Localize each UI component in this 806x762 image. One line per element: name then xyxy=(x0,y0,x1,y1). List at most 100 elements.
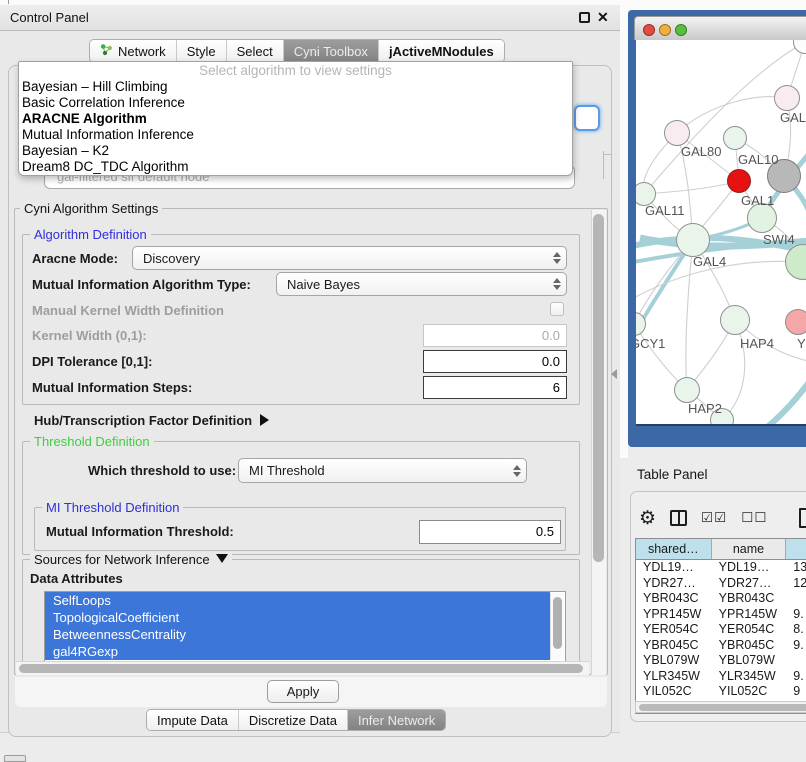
table-row[interactable]: YIL052CYIL052C9 xyxy=(636,684,806,700)
attribute-item-gal4rgexp[interactable]: gal4RGexp xyxy=(45,643,550,660)
column-header-name[interactable]: name xyxy=(712,539,787,559)
network-node-1[interactable] xyxy=(774,85,800,111)
sources-group-title[interactable]: Sources for Network Inference xyxy=(30,552,232,567)
network-node-9[interactable] xyxy=(676,223,710,257)
mi-steps-field[interactable]: 6 xyxy=(423,376,567,399)
table-horizontal-scrollbar[interactable] xyxy=(635,701,806,713)
algorithm-option-bayesian-hill-climbing[interactable]: Bayesian – Hill Climbing xyxy=(19,79,572,95)
algorithm-option-aracne-algorithm[interactable]: ARACNE Algorithm xyxy=(19,111,572,127)
table-panel-title: Table Panel xyxy=(637,467,708,482)
column-header-shared[interactable]: shared… xyxy=(636,539,712,559)
apply-button[interactable]: Apply xyxy=(267,680,339,703)
float-window-icon[interactable] xyxy=(579,12,590,23)
table-horizontal-scrollbar-thumb[interactable] xyxy=(639,704,806,711)
bottom-tab-bar: Impute Data Discretize Data Infer Network xyxy=(146,709,446,731)
network-node-12[interactable] xyxy=(785,309,806,335)
close-icon[interactable]: ✕ xyxy=(597,9,609,26)
table-cell: YBR045C xyxy=(636,638,712,654)
columns-icon[interactable] xyxy=(670,510,687,526)
tab-jactivemnodules[interactable]: jActiveMNodules xyxy=(378,40,504,62)
node-label-gal4: GAL4 xyxy=(693,254,726,269)
network-window-titlebar[interactable] xyxy=(634,16,806,40)
node-label-hap2: HAP2 xyxy=(688,401,722,416)
network-node-2[interactable] xyxy=(664,120,690,146)
aracne-mode-select[interactable]: Discovery xyxy=(132,246,567,270)
network-canvas[interactable]: GALGAL80GAL10GAL1GAL11SWI4GAL4GCY1HAP4YH… xyxy=(636,40,806,426)
table-cell: YBR043C xyxy=(636,591,712,607)
split-pane-handle-icon[interactable] xyxy=(611,369,617,379)
tab-select[interactable]: Select xyxy=(226,40,283,62)
table-row[interactable]: YBR045CYBR045C9. xyxy=(636,638,806,654)
network-node-13[interactable] xyxy=(674,377,700,403)
bottom-tab-impute-data-label: Impute Data xyxy=(157,713,228,728)
bottom-tab-infer-network[interactable]: Infer Network xyxy=(347,710,445,730)
attribute-item-betweennesscentrality[interactable]: BetweennessCentrality xyxy=(45,626,550,643)
data-attributes-list[interactable]: SelfLoopsTopologicalCoefficientBetweenne… xyxy=(44,591,566,662)
node-label-gal: GAL xyxy=(780,110,806,125)
table-row[interactable]: YBL079WYBL079W xyxy=(636,653,806,669)
kernel-width-field[interactable]: 0.0 xyxy=(423,324,567,347)
table-cell: 9. xyxy=(786,669,806,685)
algorithm-option-mutual-information-inference[interactable]: Mutual Information Inference xyxy=(19,127,572,143)
algorithm-prompt: Select algorithm to view settings xyxy=(19,62,572,79)
settings-vertical-scrollbar-thumb[interactable] xyxy=(593,214,604,562)
which-threshold-select[interactable]: MI Threshold xyxy=(238,458,527,483)
hub-definition-label: Hub/Transcription Factor Definition xyxy=(34,413,252,428)
zoom-traffic-light-icon[interactable] xyxy=(675,24,687,36)
mi-type-select[interactable]: Naive Bayes xyxy=(276,272,567,296)
control-panel-title: Control Panel xyxy=(10,10,89,25)
attribute-item-topologicalcoefficient[interactable]: TopologicalCoefficient xyxy=(45,609,550,626)
table-cell: YDR27… xyxy=(636,576,712,592)
list-scrollbar-thumb[interactable] xyxy=(553,597,562,649)
node-label-hap4: HAP4 xyxy=(740,336,774,351)
table-cell: YIL052C xyxy=(712,684,787,700)
table-row[interactable]: YLR345WYLR345W9. xyxy=(636,669,806,685)
node-label-gal80: GAL80 xyxy=(681,144,721,159)
table-panel-toolbar: ⚙ ☑☑ ☐☐ xyxy=(639,500,806,536)
network-node-4[interactable] xyxy=(727,169,751,193)
hidden-focused-combo-fragment xyxy=(574,105,600,131)
close-traffic-light-icon[interactable] xyxy=(643,24,655,36)
import-table-icon[interactable] xyxy=(799,508,806,528)
bottom-tab-discretize-data[interactable]: Discretize Data xyxy=(238,710,347,730)
bottom-tab-infer-network-label: Infer Network xyxy=(358,713,435,728)
algorithm-option-bayesian-k2[interactable]: Bayesian – K2 xyxy=(19,143,572,159)
table-row[interactable]: YBR043CYBR043C xyxy=(636,591,806,607)
network-node-11[interactable] xyxy=(720,305,750,335)
select-all-checkbox-icon[interactable]: ☑☑ xyxy=(701,510,727,526)
background-gap-top xyxy=(618,0,806,10)
hub-definition-expander[interactable]: Hub/Transcription Factor Definition xyxy=(34,413,269,428)
mi-threshold-field[interactable]: 0.5 xyxy=(419,520,561,544)
control-panel-tab-bar: NetworkStyleSelectCyni ToolboxjActiveMNo… xyxy=(89,39,505,63)
dpi-tolerance-field[interactable]: 0.0 xyxy=(423,350,567,373)
manual-kernel-checkbox[interactable] xyxy=(550,302,564,316)
bottom-tab-discretize-data-label: Discretize Data xyxy=(249,713,337,728)
expander-down-icon xyxy=(216,554,228,563)
table-header-row: shared…nameA xyxy=(636,539,806,560)
minimize-traffic-light-icon[interactable] xyxy=(659,24,671,36)
algorithm-option-basic-correlation-inference[interactable]: Basic Correlation Inference xyxy=(19,95,572,111)
tab-network[interactable]: Network xyxy=(90,40,176,62)
tab-style[interactable]: Style xyxy=(176,40,226,62)
attribute-item-selfloops[interactable]: SelfLoops xyxy=(45,592,550,609)
bottom-tab-impute-data[interactable]: Impute Data xyxy=(147,710,238,730)
expander-right-icon xyxy=(260,414,269,426)
settings-horizontal-scrollbar-thumb[interactable] xyxy=(19,664,583,673)
algorithm-options: Bayesian – Hill ClimbingBasic Correlatio… xyxy=(19,79,572,175)
bottom-left-widget[interactable] xyxy=(4,755,26,762)
table-cell: YBL079W xyxy=(712,653,787,669)
table-row[interactable]: YDR27…YDR27…12 xyxy=(636,576,806,592)
list-scrollbar[interactable] xyxy=(550,593,564,660)
table-row[interactable]: YER054CYER054C8. xyxy=(636,622,806,638)
table-row[interactable]: YDL19…YDL19…13 xyxy=(636,560,806,576)
deselect-all-checkbox-icon[interactable]: ☐☐ xyxy=(741,510,767,526)
algorithm-option-dream8-dc-tdc-algorithm[interactable]: Dream8 DC_TDC Algorithm xyxy=(19,159,572,175)
node-table[interactable]: shared…nameA YDL19…YDL19…13YDR27…YDR27…1… xyxy=(635,538,806,714)
gear-icon[interactable]: ⚙ xyxy=(639,507,656,530)
network-node-3[interactable] xyxy=(723,126,747,150)
network-icon xyxy=(100,43,113,59)
kernel-width-label: Kernel Width (0,1): xyxy=(32,328,147,343)
tab-cyni-toolbox[interactable]: Cyni Toolbox xyxy=(283,40,378,62)
table-row[interactable]: YPR145WYPR145W9. xyxy=(636,607,806,623)
column-header-a[interactable]: A xyxy=(786,539,806,559)
